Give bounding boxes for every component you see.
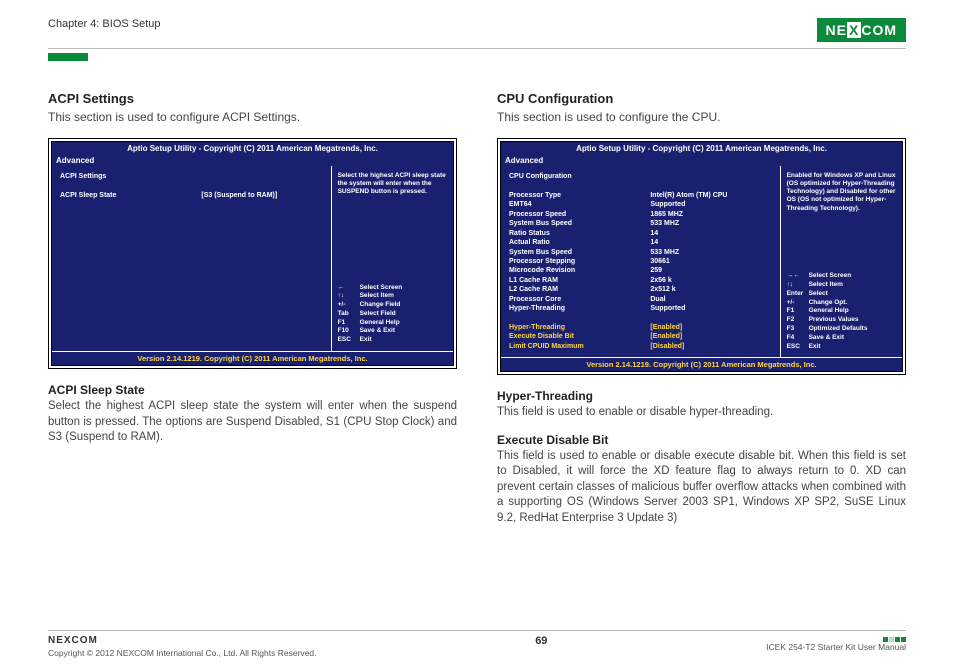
footer-copyright: Copyright © 2012 NEXCOM International Co… [48,648,316,658]
page-tab-marker [48,53,88,61]
bios-main-panel: ACPI Settings ACPI Sleep State [S3 (Susp… [52,166,331,351]
xd-text: This field is used to enable or disable … [497,449,906,527]
bios-help-panel: Select the highest ACPI sleep state the … [331,166,453,351]
acpi-sleep-text: Select the highest ACPI sleep state the … [48,399,457,446]
nexcom-logo: NEXCOM [817,18,906,42]
ht-text: This field is used to enable or disable … [497,405,906,421]
cpu-title: CPU Configuration [497,91,906,106]
content-columns: ACPI Settings This section is used to co… [48,91,906,538]
footer-logo: NEXCOM [48,635,316,646]
bios-footer: Version 2.14.1219. Copyright (C) 2011 Am… [52,351,453,365]
acpi-sleep-heading: ACPI Sleep State [48,383,457,397]
bios-main-panel: CPU Configuration Processor TypeEMT64Pro… [501,166,780,357]
bios-tabs: Advanced [52,155,453,166]
footer-manual-name: ICEK 254-T2 Starter Kit User Manual [766,642,906,652]
page-number: 69 [535,635,547,647]
xd-heading: Execute Disable Bit [497,433,906,447]
acpi-desc: This section is used to configure ACPI S… [48,110,457,124]
left-column: ACPI Settings This section is used to co… [48,91,457,538]
bios-titlebar: Aptio Setup Utility - Copyright (C) 2011… [501,142,902,155]
bios-titlebar: Aptio Setup Utility - Copyright (C) 2011… [52,142,453,155]
cpu-desc: This section is used to configure the CP… [497,110,906,124]
right-column: CPU Configuration This section is used t… [497,91,906,538]
ht-heading: Hyper-Threading [497,389,906,403]
bios-tabs: Advanced [501,155,902,166]
acpi-bios-screenshot: Aptio Setup Utility - Copyright (C) 2011… [48,138,457,369]
cpu-bios-screenshot: Aptio Setup Utility - Copyright (C) 2011… [497,138,906,375]
acpi-title: ACPI Settings [48,91,457,106]
page-header: Chapter 4: BIOS Setup NEXCOM [48,18,906,49]
bios-footer: Version 2.14.1219. Copyright (C) 2011 Am… [501,357,902,371]
page-footer: NEXCOM Copyright © 2012 NEXCOM Internati… [48,630,906,658]
bios-help-panel: Enabled for Windows XP and Linux (OS opt… [780,166,902,357]
chapter-title: Chapter 4: BIOS Setup [48,18,161,30]
